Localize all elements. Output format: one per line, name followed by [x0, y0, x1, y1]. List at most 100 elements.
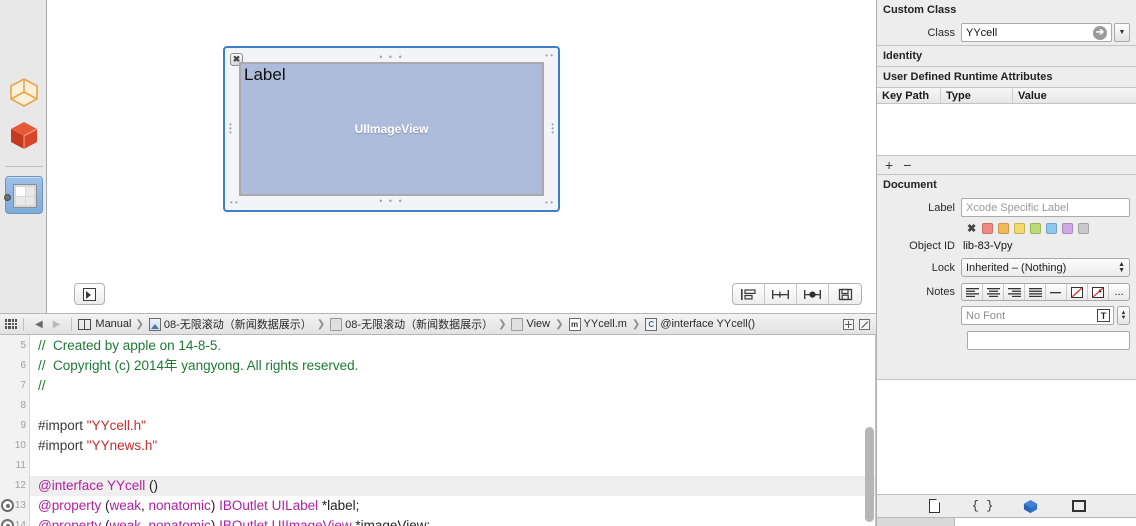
code-token: // Copyright (c) 2014年 yangyong. All rig…	[38, 358, 359, 373]
document-label-input[interactable]: Xcode Specific Label	[961, 198, 1130, 217]
related-items-icon[interactable]	[5, 319, 17, 329]
editor-gutter[interactable]: 5 6 7 8 9 10 11 12 13 14	[0, 335, 30, 526]
assistant-split-icon[interactable]	[78, 318, 92, 330]
font-size-stepper[interactable]: ▲ ▼	[1117, 306, 1130, 325]
notes-text-area[interactable]	[967, 331, 1130, 350]
lock-popup-button[interactable]: Inherited – (Nothing) ▲ ▼	[961, 258, 1130, 277]
runtime-attributes-table-body[interactable]	[877, 104, 1136, 156]
code-line[interactable]: // Copyright (c) 2014年 yangyong. All rig…	[38, 356, 358, 376]
code-line[interactable]: @property (weak, nonatomic) IBOutlet UIL…	[38, 496, 359, 516]
forward-arrow-icon[interactable]: ▶	[48, 319, 66, 330]
align-justify-icon[interactable]	[1025, 284, 1046, 300]
line-number: 6	[20, 360, 26, 371]
column-value[interactable]: Value	[1013, 88, 1136, 103]
document-outline-toggle-icon[interactable]	[74, 283, 105, 305]
outlet-connection-indicator[interactable]	[1, 499, 14, 512]
library-selector-bar: { }	[876, 494, 1136, 526]
view-grid-icon[interactable]	[4, 176, 43, 214]
resolve-issues-button[interactable]	[797, 284, 829, 304]
breadcrumb-label: @interface YYcell()	[660, 318, 756, 330]
color-swatch-green[interactable]	[1030, 223, 1042, 234]
file-template-library-tab[interactable]	[924, 497, 946, 515]
interface-builder-canvas[interactable]: ✖ • • • • • • • • • • • • • • • • • • Label …	[47, 0, 876, 313]
breadcrumb-item-file[interactable]: m YYcell.m	[568, 317, 628, 331]
text-color-icon[interactable]	[1067, 284, 1088, 300]
breadcrumb-item-symbol[interactable]: C @interface YYcell()	[644, 317, 756, 331]
column-key-path[interactable]: Key Path	[877, 88, 941, 103]
code-line[interactable]: //	[38, 376, 46, 396]
code-line[interactable]: #import "YYnews.h"	[38, 436, 157, 456]
code-line[interactable]: // Created by apple on 14-8-5.	[38, 336, 221, 356]
class-dropdown-icon[interactable]: ▼	[1114, 23, 1130, 42]
more-options-icon[interactable]: ...	[1109, 284, 1129, 300]
color-swatch-purple[interactable]	[1062, 223, 1074, 234]
code-token: IBOutlet	[219, 518, 268, 526]
list-style-icon[interactable]	[1046, 284, 1067, 300]
object-id-row: Object ID lib-83-Vpy	[877, 237, 1136, 255]
highlight-color-icon[interactable]	[1088, 284, 1109, 300]
table-view-cell[interactable]: ✖ • • • • • • • • • • • • • • • • • • Label …	[223, 46, 560, 212]
code-line[interactable]: @interface YYcell ()	[38, 476, 158, 496]
code-token: ()	[145, 478, 159, 493]
breadcrumb-chevron-icon: ❯	[135, 318, 144, 330]
scrollbar-thumb[interactable]	[865, 426, 874, 522]
color-swatch-blue[interactable]	[1046, 223, 1058, 234]
jump-bar[interactable]: ◀ ▶ Manual ❯ 08-无限滚动（新闻数据展示） ❯ 08-无限滚动（新…	[0, 313, 876, 335]
color-swatch-gray[interactable]	[1078, 223, 1090, 234]
resize-handle-bottom-left[interactable]: • •	[230, 199, 238, 207]
pin-button[interactable]	[765, 284, 797, 304]
notes-caption: Notes	[926, 286, 955, 298]
breadcrumb-item-group[interactable]: 08-无限滚动（新闻数据展示）	[329, 316, 494, 332]
solid-cube-icon[interactable]	[8, 119, 40, 151]
editor-vertical-scrollbar[interactable]	[865, 337, 874, 524]
add-attribute-button[interactable]: +	[885, 158, 893, 172]
color-swatch-orange[interactable]	[998, 223, 1010, 234]
custom-class-section-title: Custom Class	[877, 0, 1136, 20]
align-center-icon[interactable]	[983, 284, 1004, 300]
jump-to-definition-icon[interactable]: ➔	[1093, 25, 1107, 40]
object-cube-icon	[1023, 499, 1038, 513]
cell-selection-frame[interactable]: ✖ • • • • • • • • • • • • • • • • • • Label …	[223, 46, 560, 212]
close-editor-icon[interactable]	[859, 318, 870, 330]
wireframe-cube-icon[interactable]	[8, 76, 40, 108]
breadcrumb-label: View	[526, 318, 551, 330]
assistant-mode-label[interactable]: Manual	[95, 318, 131, 330]
notes-font-row: No Font T ▲ ▼	[877, 304, 1136, 327]
font-panel-icon[interactable]: T	[1097, 309, 1110, 322]
object-library-tab[interactable]	[1020, 497, 1042, 515]
add-editor-icon[interactable]	[843, 318, 854, 330]
color-swatch-yellow[interactable]	[1014, 223, 1026, 234]
code-token: "YYnews.h"	[86, 438, 158, 453]
column-type[interactable]: Type	[941, 88, 1013, 103]
resize-handle-bottom[interactable]: • • •	[379, 197, 403, 206]
code-snippet-library-tab[interactable]: { }	[972, 497, 994, 515]
outline-glyph	[83, 287, 96, 301]
resize-handle-right[interactable]: • • •	[551, 121, 554, 137]
align-button[interactable]	[733, 284, 765, 304]
class-input[interactable]: YYcell ➔	[961, 23, 1112, 42]
align-left-icon[interactable]	[962, 284, 983, 300]
breadcrumb-item-project[interactable]: 08-无限滚动（新闻数据展示）	[148, 316, 313, 332]
font-field[interactable]: No Font T	[961, 306, 1114, 325]
resize-handle-left[interactable]: • • •	[229, 121, 232, 137]
code-lines-container[interactable]: // Created by apple on 14-8-5. // Copyrig…	[30, 335, 876, 526]
resize-handle-top-right[interactable]: • •	[545, 52, 553, 60]
code-line[interactable]: #import "YYcell.h"	[38, 416, 146, 436]
image-view-placeholder[interactable]: Label UIImageView	[239, 62, 544, 196]
source-code-editor[interactable]: 5 6 7 8 9 10 11 12 13 14 // Created by apple on 1…	[0, 335, 876, 526]
code-line[interactable]: @property (weak, nonatomic) IBOutlet UII…	[38, 516, 430, 526]
media-library-tab[interactable]	[1068, 497, 1090, 515]
library-tabs: { }	[877, 495, 1136, 517]
remove-attribute-button[interactable]: −	[903, 158, 911, 172]
resize-handle-bottom-right[interactable]: • •	[545, 199, 553, 207]
resize-handle-top[interactable]: • • •	[379, 53, 403, 62]
align-right-icon[interactable]	[1004, 284, 1025, 300]
code-token: @property	[38, 498, 102, 513]
outlet-connection-indicator[interactable]	[1, 519, 14, 526]
back-arrow-icon[interactable]: ◀	[30, 319, 48, 330]
breadcrumb-item-view[interactable]: View	[510, 317, 551, 331]
resizing-behavior-button[interactable]	[829, 284, 861, 304]
color-swatch-red[interactable]	[982, 223, 994, 234]
clear-color-icon[interactable]: ✖	[967, 222, 976, 235]
cell-label-text[interactable]: Label	[244, 65, 286, 85]
